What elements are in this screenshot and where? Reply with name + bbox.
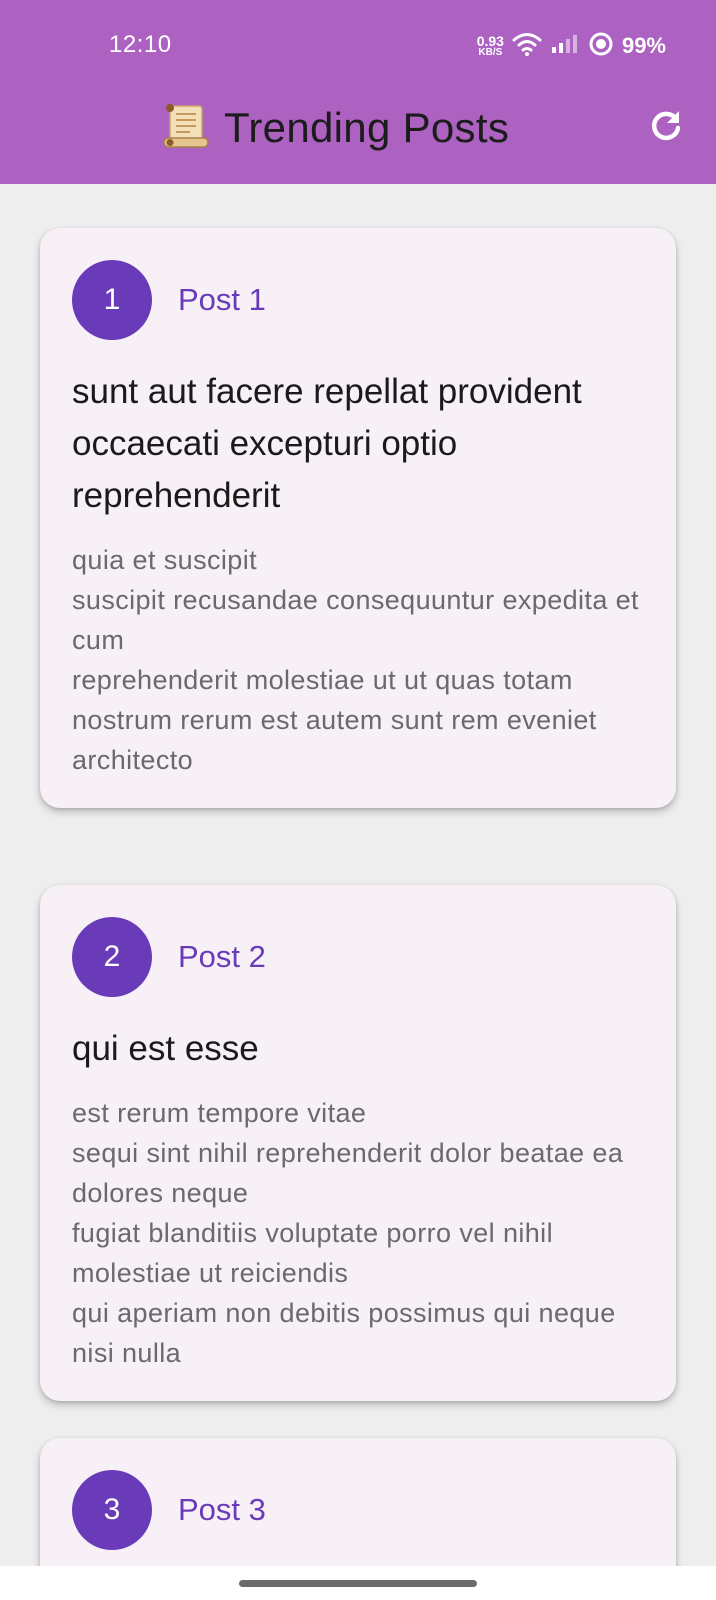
post-header: 3 Post 3	[72, 1470, 644, 1550]
refresh-icon	[648, 108, 684, 149]
title-group: Trending Posts	[160, 98, 509, 158]
page-title: Trending Posts	[224, 104, 510, 151]
battery-icon	[588, 31, 614, 62]
refresh-button[interactable]	[644, 106, 688, 150]
status-bar: 12:10 0.93 KB/S 99%	[0, 0, 716, 90]
post-card[interactable]: 2 Post 2 qui est esse est rerum tempore …	[40, 885, 676, 1401]
post-header: 2 Post 2	[72, 917, 644, 997]
gesture-bar	[0, 1566, 716, 1600]
signal-icon	[550, 33, 580, 60]
home-indicator[interactable]	[239, 1580, 477, 1587]
network-speed-unit: KB/S	[478, 47, 503, 58]
network-speed-value: 0.93	[476, 33, 504, 49]
post-label: Post 3	[178, 1492, 266, 1527]
scroll-icon	[160, 100, 212, 157]
post-card[interactable]: 3 Post 3	[40, 1438, 676, 1566]
post-body: quia et suscipit suscipit recusandae con…	[72, 545, 639, 775]
post-number-badge: 2	[72, 917, 152, 997]
toolbar: Trending Posts	[0, 90, 716, 184]
post-label: Post 1	[178, 282, 266, 317]
post-number-badge: 1	[72, 260, 152, 340]
status-icons: 0.93 KB/S 99%	[477, 30, 666, 62]
post-title: qui est esse	[72, 1029, 259, 1068]
battery-percent: 99%	[621, 33, 666, 58]
post-header: 1 Post 1	[72, 260, 644, 340]
post-title: sunt aut facere repellat provident occae…	[72, 372, 582, 515]
posts-list[interactable]: 1 Post 1 sunt aut facere repellat provid…	[0, 184, 716, 1566]
network-speed: 0.93 KB/S	[477, 34, 504, 58]
app-bar: 12:10 0.93 KB/S 99% Trending Posts	[0, 0, 716, 184]
post-card[interactable]: 1 Post 1 sunt aut facere repellat provid…	[40, 228, 676, 808]
post-number-badge: 3	[72, 1470, 152, 1550]
wifi-icon	[512, 32, 542, 61]
post-body: est rerum tempore vitae sequi sint nihil…	[72, 1098, 624, 1368]
post-label: Post 2	[178, 939, 266, 974]
status-time: 12:10	[109, 31, 172, 58]
